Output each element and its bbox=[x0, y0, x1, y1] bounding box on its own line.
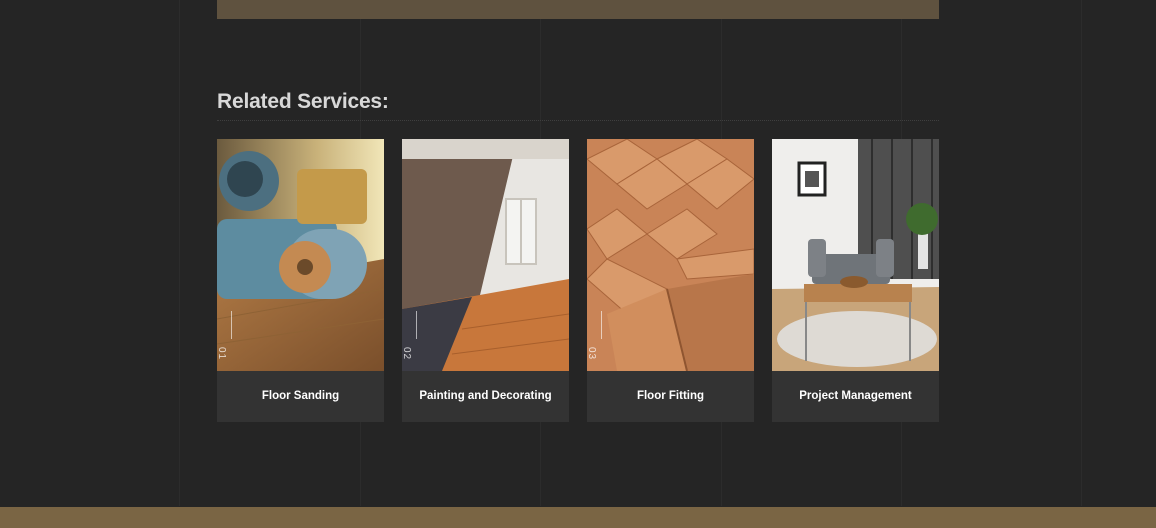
top-accent-bar bbox=[217, 0, 939, 19]
service-card-floor-sanding[interactable]: 01 Floor Sanding bbox=[216, 139, 384, 422]
service-card-painting-decorating[interactable]: 02 Painting and Decorating bbox=[401, 139, 569, 422]
card-number: 03 bbox=[586, 347, 597, 361]
background-gridline bbox=[179, 0, 180, 506]
title-divider bbox=[217, 120, 939, 121]
card-number-line bbox=[601, 311, 602, 339]
service-card-label: Floor Sanding bbox=[261, 390, 340, 402]
section-title: Related Services: bbox=[217, 90, 389, 113]
service-card-label: Project Management bbox=[799, 390, 912, 402]
living-room-image bbox=[772, 139, 939, 371]
card-number-line bbox=[416, 311, 417, 339]
service-card-label: Painting and Decorating bbox=[419, 390, 552, 402]
floor-sander-image bbox=[217, 139, 384, 371]
card-number: 02 bbox=[401, 347, 412, 361]
service-card-floor-fitting[interactable]: 03 Floor Fitting bbox=[586, 139, 754, 422]
bottom-accent-bar bbox=[0, 507, 1156, 528]
room-renovation-image bbox=[402, 139, 569, 371]
background-gridline bbox=[1081, 0, 1082, 506]
card-number-line bbox=[231, 311, 232, 339]
service-card-project-management[interactable]: Project Management bbox=[772, 139, 939, 422]
card-number: 01 bbox=[216, 347, 227, 361]
service-card-label: Floor Fitting bbox=[636, 390, 705, 402]
parquet-floor-image bbox=[587, 139, 754, 371]
